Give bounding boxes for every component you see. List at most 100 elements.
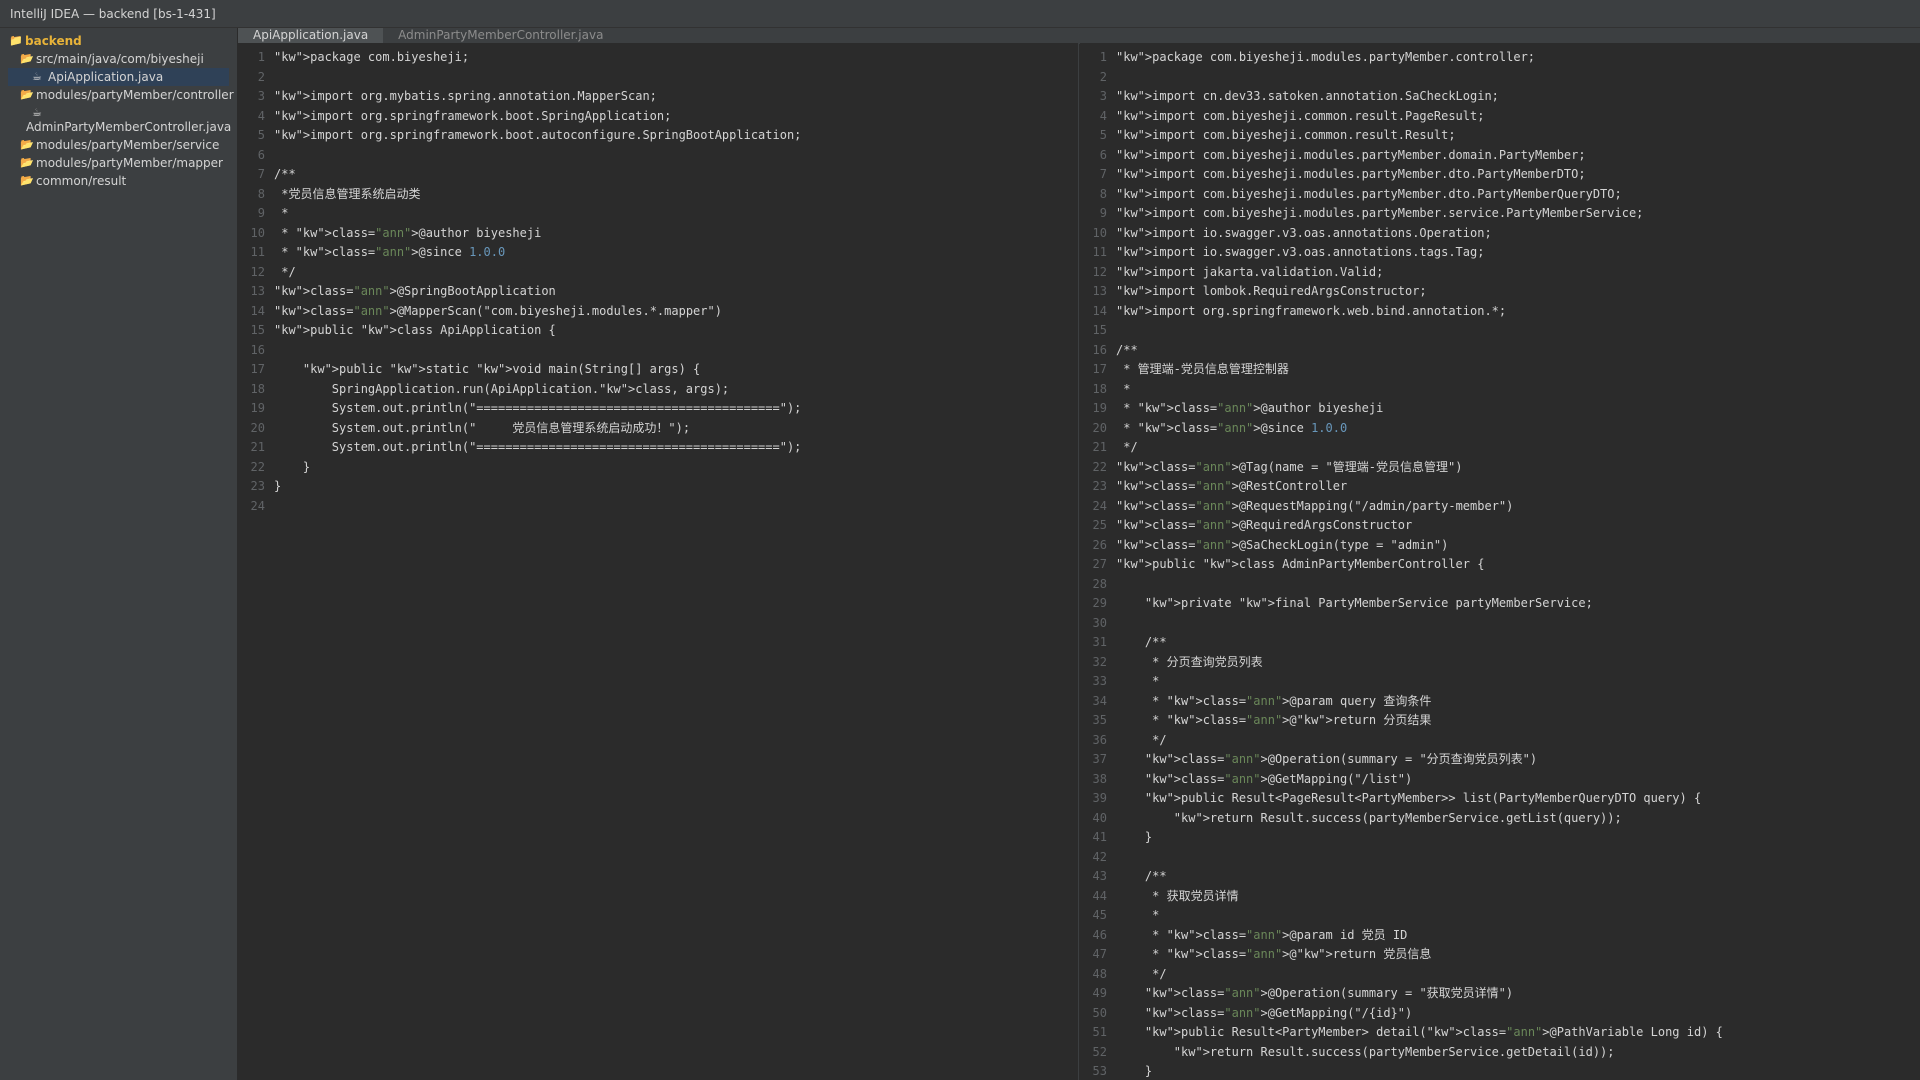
tree-item-mapper-folder[interactable]: 📂 modules/partyMember/mapper: [0, 154, 237, 172]
code-line[interactable]: 37 "kw">class="ann">@Operation(summary =…: [1080, 750, 1920, 770]
code-line[interactable]: 26 "kw">class="ann">@SaCheckLogin(type = …: [1080, 536, 1920, 556]
project-tree[interactable]: 📁 backend 📂 src/main/java/com/biyesheji …: [0, 28, 238, 1080]
line-number: 23: [1092, 479, 1107, 493]
code-line[interactable]: 6 "kw">import com.biyesheji.modules.party…: [1080, 146, 1920, 166]
code-line[interactable]: 11 "kw">import io.swagger.v3.oas.annotati…: [1080, 243, 1920, 263]
tree-item-src-main[interactable]: 📂 src/main/java/com/biyesheji: [0, 50, 237, 68]
code-line[interactable]: 20 System.out.println(" 党员信息管理系统启动成功！");: [238, 419, 1078, 439]
code-line[interactable]: 46 * "kw">class="ann">@param id 党员 ID: [1080, 926, 1920, 946]
code-line[interactable]: 17 * 管理端-党员信息管理控制器: [1080, 360, 1920, 380]
code-line[interactable]: 12 "kw">import jakarta.validation.Valid;: [1080, 263, 1920, 283]
code-line[interactable]: 22 "kw">class="ann">@Tag(name = "管理端-党员信息…: [1080, 458, 1920, 478]
code-line[interactable]: 7 "kw">import com.biyesheji.modules.party…: [1080, 165, 1920, 185]
code-view[interactable]: 1 "kw">package com.biyesheji; 2 3 "kw">impor…: [238, 43, 1078, 516]
code-line[interactable]: 27 "kw">public "kw">class AdminPartyMembe…: [1080, 555, 1920, 575]
code-line[interactable]: 45 *: [1080, 906, 1920, 926]
tree-item-service-folder[interactable]: 📂 modules/partyMember/service: [0, 136, 237, 154]
code-line[interactable]: 13 "kw">import lombok.RequiredArgsConstru…: [1080, 282, 1920, 302]
code-line[interactable]: 3 "kw">import org.mybatis.spring.annotati…: [238, 87, 1078, 107]
code-line[interactable]: 24 "kw">class="ann">@RequestMapping("/adm…: [1080, 497, 1920, 517]
code-line[interactable]: 29 "kw">private "kw">final PartyMemberSe…: [1080, 594, 1920, 614]
code-line[interactable]: 2: [1080, 68, 1920, 88]
code-line[interactable]: 7 /**: [238, 165, 1078, 185]
code-line[interactable]: 6: [238, 146, 1078, 166]
code-line[interactable]: 10 * "kw">class="ann">@author biyesheji: [238, 224, 1078, 244]
tab-apiapplication[interactable]: ApiApplication.java: [238, 28, 384, 43]
code-line[interactable]: 50 "kw">class="ann">@GetMapping("/{id}"): [1080, 1004, 1920, 1024]
code-line[interactable]: 34 * "kw">class="ann">@param query 查询条件: [1080, 692, 1920, 712]
code-line[interactable]: 47 * "kw">class="ann">@"kw">return 党员信息: [1080, 945, 1920, 965]
tree-item-adminpartymembercontroller[interactable]: ☕ AdminPartyMemberController.java: [0, 104, 237, 136]
code-line[interactable]: 36 */: [1080, 731, 1920, 751]
code-line[interactable]: 15 "kw">public "kw">class ApiApplication …: [238, 321, 1078, 341]
code-line[interactable]: 30: [1080, 614, 1920, 634]
line-number: 8: [1099, 186, 1107, 201]
code-line[interactable]: 1 "kw">package com.biyesheji.modules.part…: [1080, 48, 1920, 68]
tree-root-label: backend: [25, 34, 82, 48]
code-line[interactable]: 40 "kw">return Result.success(partyMembe…: [1080, 809, 1920, 829]
code-line[interactable]: 42: [1080, 848, 1920, 868]
code-line[interactable]: 8 *党员信息管理系统启动类: [238, 185, 1078, 205]
code-line[interactable]: 13 "kw">class="ann">@SpringBootApplicatio…: [238, 282, 1078, 302]
code-line[interactable]: 4 "kw">import com.biyesheji.common.result…: [1080, 107, 1920, 127]
code-line[interactable]: 16: [238, 341, 1078, 361]
code-line[interactable]: 41 }: [1080, 828, 1920, 848]
code-line[interactable]: 25 "kw">class="ann">@RequiredArgsConstruc…: [1080, 516, 1920, 536]
code-view[interactable]: 1 "kw">package com.biyesheji.modules.part…: [1080, 43, 1920, 1080]
code-line[interactable]: 12 */: [238, 263, 1078, 283]
tree-item-apiapplication[interactable]: ☕ ApiApplication.java: [8, 68, 229, 86]
code-line[interactable]: 48 */: [1080, 965, 1920, 985]
code-line[interactable]: 32 * 分页查询党员列表: [1080, 653, 1920, 673]
code-line[interactable]: 21 */: [1080, 438, 1920, 458]
code-line[interactable]: 2: [238, 68, 1078, 88]
code-line[interactable]: 51 "kw">public Result<PartyMember> detai…: [1080, 1023, 1920, 1043]
code-line[interactable]: 4 "kw">import org.springframework.boot.Sp…: [238, 107, 1078, 127]
code-line[interactable]: 5 "kw">import com.biyesheji.common.result…: [1080, 126, 1920, 146]
code-line[interactable]: 15: [1080, 321, 1920, 341]
code-line[interactable]: 22 }: [238, 458, 1078, 478]
code-line[interactable]: 35 * "kw">class="ann">@"kw">return 分页结果: [1080, 711, 1920, 731]
code-line[interactable]: 24: [238, 497, 1078, 517]
code-line[interactable]: 49 "kw">class="ann">@Operation(summary =…: [1080, 984, 1920, 1004]
code-line[interactable]: 53 }: [1080, 1062, 1920, 1080]
code-line[interactable]: 9 "kw">import com.biyesheji.modules.party…: [1080, 204, 1920, 224]
code-line[interactable]: 10 "kw">import io.swagger.v3.oas.annotati…: [1080, 224, 1920, 244]
code-line[interactable]: 23 "kw">class="ann">@RestController: [1080, 477, 1920, 497]
code-line[interactable]: 9 *: [238, 204, 1078, 224]
code-line[interactable]: 39 "kw">public Result<PageResult<PartyMe…: [1080, 789, 1920, 809]
code-line[interactable]: 19 * "kw">class="ann">@author biyesheji: [1080, 399, 1920, 419]
code-line[interactable]: 17 "kw">public "kw">static "kw">void mai…: [238, 360, 1078, 380]
code-line[interactable]: 31 /**: [1080, 633, 1920, 653]
tree-item-common-result-folder[interactable]: 📂 common/result: [0, 172, 237, 190]
code-line[interactable]: 33 *: [1080, 672, 1920, 692]
code-line[interactable]: 5 "kw">import org.springframework.boot.au…: [238, 126, 1078, 146]
code-line[interactable]: 38 "kw">class="ann">@GetMapping("/list"): [1080, 770, 1920, 790]
code-line[interactable]: 28: [1080, 575, 1920, 595]
code-line[interactable]: 1 "kw">package com.biyesheji;: [238, 48, 1078, 68]
code-line[interactable]: 23}: [238, 477, 1078, 497]
code-line[interactable]: 44 * 获取党员详情: [1080, 887, 1920, 907]
code-line[interactable]: 18 *: [1080, 380, 1920, 400]
code-text: "kw">class="ann">@SpringBootApplication: [274, 284, 556, 298]
code-line[interactable]: 14 "kw">import org.springframework.web.bi…: [1080, 302, 1920, 322]
code-text: * "kw">class="ann">@param query 查询条件: [1116, 693, 1432, 708]
code-line[interactable]: 14 "kw">class="ann">@MapperScan("com.biye…: [238, 302, 1078, 322]
code-line[interactable]: 16 /**: [1080, 341, 1920, 361]
code-line[interactable]: 20 * "kw">class="ann">@since 1.0.0: [1080, 419, 1920, 439]
tree-root-backend[interactable]: 📁 backend: [0, 32, 237, 50]
editor-pane-left[interactable]: 1 "kw">package com.biyesheji; 2 3 "kw">impor…: [238, 43, 1079, 1080]
code-line[interactable]: 8 "kw">import com.biyesheji.modules.party…: [1080, 185, 1920, 205]
code-line[interactable]: 21 System.out.println("=================…: [238, 438, 1078, 458]
editor-pane-right[interactable]: 1 "kw">package com.biyesheji.modules.part…: [1080, 43, 1920, 1080]
line-number: 13: [250, 284, 265, 298]
code-line[interactable]: 19 System.out.println("=================…: [238, 399, 1078, 419]
tab-adminpartymembercontroller[interactable]: AdminPartyMemberController.java: [383, 28, 618, 43]
tree-item-controller-folder[interactable]: 📂 modules/partyMember/controller: [0, 86, 237, 104]
code-line[interactable]: 3 "kw">import cn.dev33.satoken.annotation…: [1080, 87, 1920, 107]
code-line[interactable]: 52 "kw">return Result.success(partyMembe…: [1080, 1043, 1920, 1063]
code-line[interactable]: 11 * "kw">class="ann">@since 1.0.0: [238, 243, 1078, 263]
code-line[interactable]: 18 SpringApplication.run(ApiApplication.…: [238, 380, 1078, 400]
code-text: /**: [1116, 342, 1138, 357]
code-text: "kw">package com.biyesheji;: [274, 50, 470, 64]
code-line[interactable]: 43 /**: [1080, 867, 1920, 887]
